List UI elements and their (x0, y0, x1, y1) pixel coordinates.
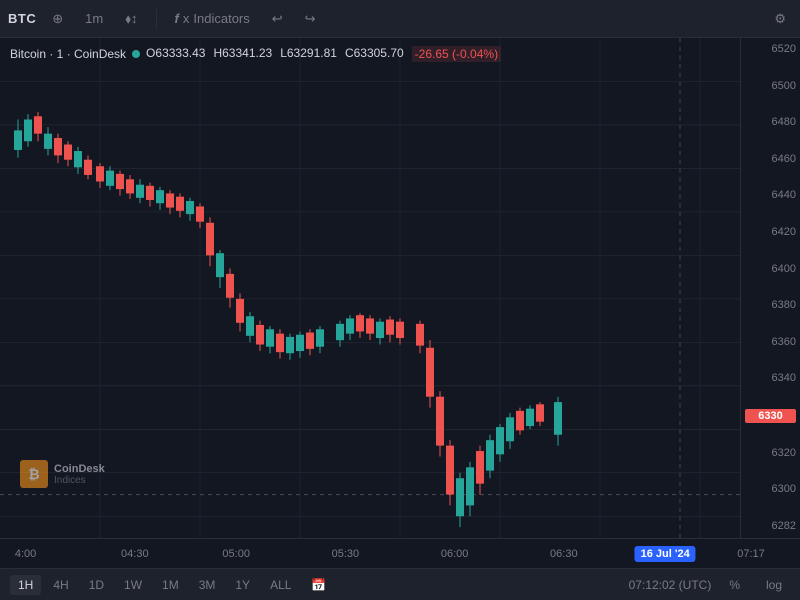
price-6440: 6440 (745, 189, 796, 202)
current-date: 16 Jul '24 (635, 548, 696, 560)
coindesk-logo: ₿ CoinDesk Indices (20, 460, 105, 488)
log-button[interactable]: log (758, 575, 790, 595)
price-6300: 6300 (745, 483, 796, 496)
indicators-button[interactable]: fx Indicators (169, 7, 256, 30)
time-500: 05:00 (222, 548, 250, 560)
ohlc-display: O63333.43 H63341.23 L63291.81 C63305.70 … (146, 46, 501, 62)
price-6282: 6282 (745, 520, 796, 533)
time-bar: 4:00 04:30 05:00 05:30 06:00 06:30 16 Ju… (0, 538, 800, 568)
current-price: 6330 (745, 409, 796, 423)
open-label: O63333.43 (146, 46, 205, 62)
timeframe-all[interactable]: ALL (262, 575, 299, 595)
coindesk-name: CoinDesk (54, 463, 105, 475)
current-time: 07:17 (737, 548, 765, 560)
calendar-icon: 📅 (311, 578, 326, 592)
current-date-label: 16 Jul '24 (635, 546, 696, 562)
price-6320: 6320 (745, 447, 796, 460)
calendar-button[interactable]: 📅 (303, 575, 334, 595)
candlestick-chart (0, 38, 740, 538)
separator-1 (156, 9, 157, 29)
coindesk-text: CoinDesk Indices (54, 463, 105, 486)
timeframe-1d[interactable]: 1D (81, 575, 112, 595)
indicators-label: Indicators (193, 11, 249, 26)
time-530: 05:30 (332, 548, 360, 560)
bottom-right: 07:12:02 (UTC) % log (629, 575, 790, 595)
timeframe-button[interactable]: 1m (79, 7, 109, 30)
price-6360: 6360 (745, 336, 796, 349)
redo-icon: ↪ (305, 11, 316, 27)
price-6400: 6400 (745, 263, 796, 276)
undo-icon: ↩ (272, 11, 283, 27)
price-6500: 6500 (745, 80, 796, 93)
chart-main[interactable]: Bitcoin · 1 · CoinDesk O63333.43 H63341.… (0, 38, 740, 538)
price-6460: 6460 (745, 153, 796, 166)
coindesk-indices: Indices (54, 475, 105, 486)
chart-header: Bitcoin · 1 · CoinDesk O63333.43 H63341.… (10, 46, 501, 62)
chart-area: Bitcoin · 1 · CoinDesk O63333.43 H63341.… (0, 38, 800, 538)
timeframe-1y[interactable]: 1Y (227, 575, 258, 595)
change-value: -26.65 (-0.04%) (412, 46, 501, 62)
high-label: H63341.23 (213, 46, 272, 62)
time-400: 4:00 (15, 548, 36, 560)
chart-type-button[interactable]: ⬧↕ (119, 7, 143, 31)
timeframe-label: 1m (85, 11, 103, 26)
time-630: 06:30 (550, 548, 578, 560)
timeframe-3m[interactable]: 3M (191, 575, 224, 595)
chart-title: Bitcoin · 1 · CoinDesk (10, 47, 126, 61)
live-dot (132, 50, 140, 58)
timeframe-1h[interactable]: 1H (10, 575, 41, 595)
redo-button[interactable]: ↪ (299, 7, 322, 31)
gear-icon: ⚙ (774, 11, 786, 27)
timeframe-1w[interactable]: 1W (116, 575, 150, 595)
settings-button[interactable]: ⚙ (768, 7, 792, 31)
add-symbol-button[interactable]: ⊕ (46, 7, 69, 31)
price-6380: 6380 (745, 299, 796, 312)
x-label: x (183, 11, 190, 26)
price-6420: 6420 (745, 226, 796, 239)
low-label: L63291.81 (280, 46, 337, 62)
time-600: 06:00 (441, 548, 469, 560)
top-toolbar: BTC ⊕ 1m ⬧↕ fx Indicators ↩ ↪ ⚙ (0, 0, 800, 38)
price-6520: 6520 (745, 43, 796, 56)
candlestick-icon: ⬧↕ (125, 11, 137, 27)
close-label: C63305.70 (345, 46, 404, 62)
time-430: 04:30 (121, 548, 149, 560)
coindesk-icon: ₿ (20, 460, 48, 488)
undo-button[interactable]: ↩ (266, 7, 289, 31)
bottom-toolbar: 1H 4H 1D 1W 1M 3M 1Y ALL 📅 07:12:02 (UTC… (0, 568, 800, 600)
plus-icon: ⊕ (52, 11, 63, 27)
price-6340: 6340 (745, 372, 796, 385)
price-scale: 6520 6500 6480 6460 6440 6420 6400 6380 … (740, 38, 800, 538)
time-labels: 4:00 04:30 05:00 05:30 06:00 06:30 16 Ju… (10, 539, 790, 568)
toolbar-right: ⚙ (768, 7, 792, 31)
fx-icon: f (175, 11, 179, 26)
price-6480: 6480 (745, 116, 796, 129)
timeframe-1m[interactable]: 1M (154, 575, 187, 595)
timestamp-label: 07:12:02 (UTC) (629, 578, 712, 592)
timeframe-4h[interactable]: 4H (45, 575, 76, 595)
percent-button[interactable]: % (721, 575, 748, 595)
symbol-label: BTC (8, 11, 36, 26)
